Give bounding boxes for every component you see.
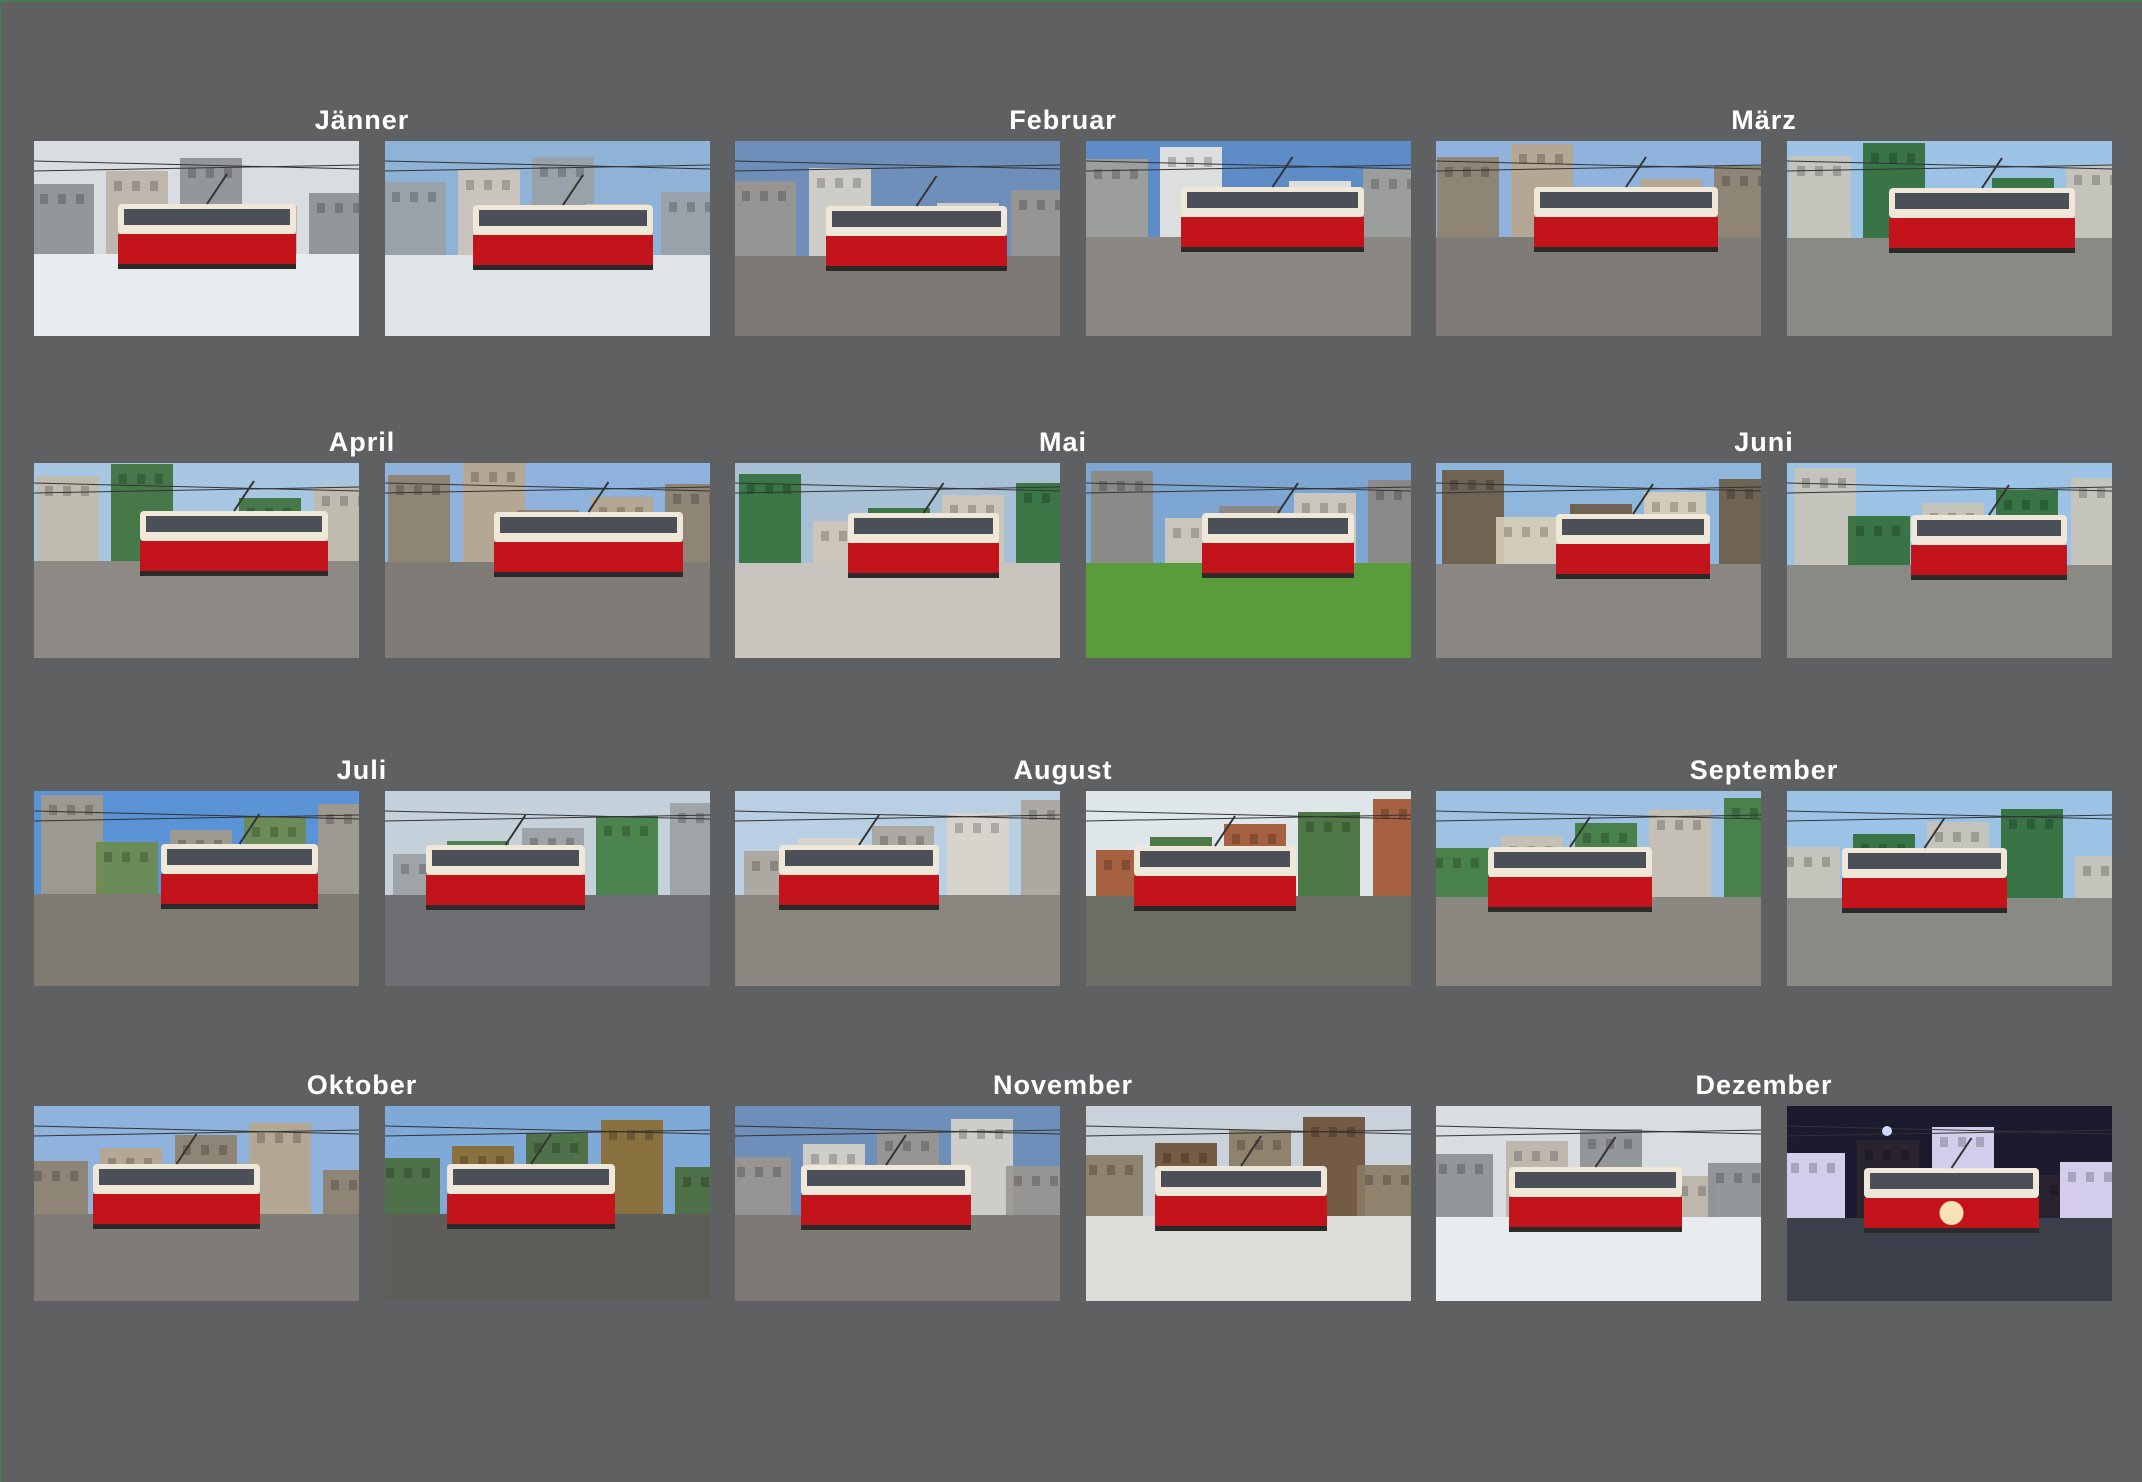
month-title: Juli <box>336 755 388 785</box>
tram-photo <box>735 791 1060 986</box>
month-title: Juni <box>1734 427 1794 457</box>
tram-photo <box>1436 1106 1761 1301</box>
tram-photo <box>1787 1106 2112 1301</box>
tram-photo <box>735 141 1060 336</box>
month-title: Mai <box>1038 427 1087 457</box>
tram-photo <box>385 141 710 336</box>
month-title: November <box>992 1070 1134 1100</box>
tram-photo <box>385 1106 710 1301</box>
tram-photo <box>1787 791 2112 986</box>
tram-photo <box>385 791 710 986</box>
tram-photo <box>735 463 1060 658</box>
tram-photo <box>1086 791 1411 986</box>
month-title: März <box>1731 105 1797 135</box>
month-title: April <box>328 427 396 457</box>
tram-photo <box>385 463 710 658</box>
tram-photo <box>34 463 359 658</box>
tram-photo <box>1086 1106 1411 1301</box>
tram-photo <box>1436 791 1761 986</box>
tram-photo <box>34 791 359 986</box>
tram-photo <box>1086 141 1411 336</box>
tram-photo <box>34 1106 359 1301</box>
tram-photo <box>1787 463 2112 658</box>
tram-photo <box>34 141 359 336</box>
month-title: Oktober <box>306 1070 418 1100</box>
tram-photo <box>735 1106 1060 1301</box>
month-title: Dezember <box>1695 1070 1833 1100</box>
tram-photo <box>1787 141 2112 336</box>
tram-photo <box>1436 141 1761 336</box>
tram-photo <box>1436 463 1761 658</box>
month-title: September <box>1689 755 1839 785</box>
month-title: August <box>1013 755 1113 785</box>
tram-photo <box>1086 463 1411 658</box>
month-title: Februar <box>1009 105 1117 135</box>
month-title: Jänner <box>314 105 410 135</box>
